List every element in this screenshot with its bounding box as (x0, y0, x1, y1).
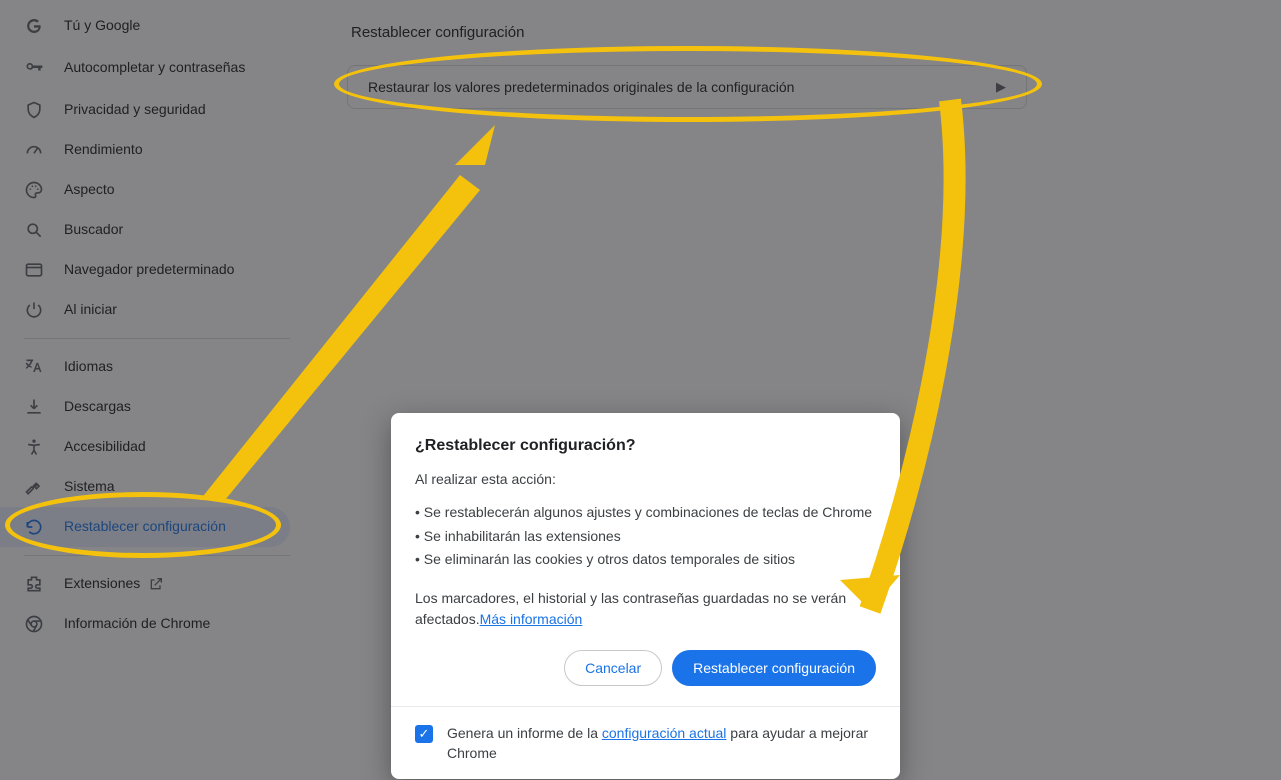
sidebar-item-languages[interactable]: Idiomas (0, 347, 290, 387)
sidebar-item-label: Autocompletar y contraseñas (64, 59, 245, 77)
sidebar-item-label: Sistema (64, 478, 115, 496)
report-label: Genera un informe de la configuración ac… (447, 723, 876, 764)
sidebar-item-label: Extensiones (64, 575, 140, 593)
sidebar-item-accessibility[interactable]: Accesibilidad (0, 427, 290, 467)
reset-icon (24, 517, 64, 537)
dialog-bullet-list: Se restablecerán algunos ajustes y combi… (415, 503, 876, 570)
sidebar-item-search[interactable]: Buscador (0, 210, 290, 250)
sidebar-item-label: Al iniciar (64, 301, 117, 319)
dialog-bullet: Se restablecerán algunos ajustes y combi… (415, 503, 876, 523)
extension-icon (24, 574, 64, 594)
sidebar-item-label: Buscador (64, 221, 123, 239)
key-icon (24, 58, 64, 78)
sidebar-item-about-chrome[interactable]: Información de Chrome (0, 604, 290, 644)
sidebar-item-downloads[interactable]: Descargas (0, 387, 290, 427)
dialog-bullet: Se eliminarán las cookies y otros datos … (415, 550, 876, 570)
wrench-icon (24, 477, 64, 497)
sidebar-item-extensions[interactable]: Extensiones (0, 564, 290, 604)
search-icon (24, 220, 64, 240)
open-external-icon (148, 576, 164, 592)
sidebar-item-label: Accesibilidad (64, 438, 146, 456)
settings-sidebar: Tú y Google Autocompletar y contraseñas … (0, 0, 290, 780)
dialog-title: ¿Restablecer configuración? (415, 437, 876, 455)
dialog-keep-text: Los marcadores, el historial y las contr… (415, 588, 876, 630)
translate-icon (24, 357, 64, 377)
current-settings-link[interactable]: configuración actual (602, 725, 727, 741)
google-g-icon (24, 16, 64, 36)
sidebar-item-label: Privacidad y seguridad (64, 101, 206, 119)
shield-icon (24, 100, 64, 120)
sidebar-divider (24, 338, 290, 339)
sidebar-item-privacy[interactable]: Privacidad y seguridad (0, 90, 290, 130)
sidebar-item-label: Rendimiento (64, 141, 143, 159)
chrome-icon (24, 614, 64, 634)
chevron-right-icon: ▶ (996, 79, 1006, 95)
sidebar-item-label: Aspecto (64, 181, 115, 199)
dialog-bullet: Se inhabilitarán las extensiones (415, 527, 876, 547)
sidebar-item-reset[interactable]: Restablecer configuración (0, 507, 290, 547)
sidebar-item-label: Navegador predeterminado (64, 261, 234, 279)
sidebar-item-appearance[interactable]: Aspecto (0, 170, 290, 210)
sidebar-item-you-and-google[interactable]: Tú y Google (0, 6, 290, 46)
reset-settings-dialog: ¿Restablecer configuración? Al realizar … (391, 413, 900, 779)
sidebar-item-performance[interactable]: Rendimiento (0, 130, 290, 170)
accessibility-icon (24, 437, 64, 457)
learn-more-link[interactable]: Más información (480, 611, 583, 627)
sidebar-divider (24, 555, 290, 556)
sidebar-item-label: Restablecer configuración (64, 518, 226, 536)
sidebar-item-label: Idiomas (64, 358, 113, 376)
sidebar-item-on-startup[interactable]: Al iniciar (0, 290, 290, 330)
palette-icon (24, 180, 64, 200)
power-icon (24, 300, 64, 320)
download-icon (24, 397, 64, 417)
browser-icon (24, 260, 64, 280)
sidebar-item-label: Información de Chrome (64, 615, 210, 633)
dialog-lead: Al realizar esta acción: (415, 471, 876, 487)
settings-main: Restablecer configuración Restaurar los … (347, 24, 1027, 109)
sidebar-item-default-browser[interactable]: Navegador predeterminado (0, 250, 290, 290)
reset-confirm-button[interactable]: Restablecer configuración (672, 650, 876, 686)
sidebar-item-system[interactable]: Sistema (0, 467, 290, 507)
row-label: Restaurar los valores predeterminados or… (368, 79, 794, 95)
gauge-icon (24, 140, 64, 160)
sidebar-item-label: Descargas (64, 398, 131, 416)
section-title: Restablecer configuración (351, 24, 1027, 41)
sidebar-item-autofill[interactable]: Autocompletar y contraseñas (0, 46, 290, 90)
restore-defaults-row[interactable]: Restaurar los valores predeterminados or… (347, 65, 1027, 109)
sidebar-item-label: Tú y Google (64, 17, 140, 35)
cancel-button[interactable]: Cancelar (564, 650, 662, 686)
report-checkbox[interactable]: ✓ (415, 725, 433, 743)
